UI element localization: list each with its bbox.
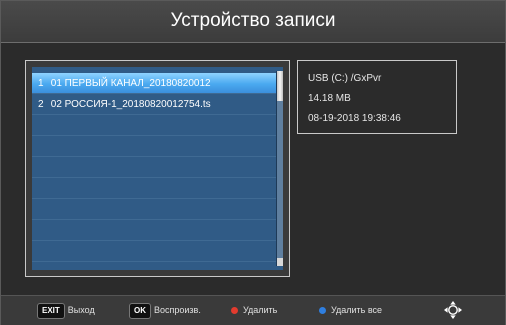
page-title: Устройство записи xyxy=(1,1,505,43)
list-item-empty xyxy=(32,178,277,199)
recorder-screen: Устройство записи 1 01 ПЕРВЫЙ КАНАЛ_2018… xyxy=(0,0,506,325)
ok-key-icon: OK xyxy=(129,302,151,319)
red-button-icon xyxy=(231,307,238,315)
recordings-list[interactable]: 1 01 ПЕРВЫЙ КАНАЛ_20180820012 2 02 РОССИ… xyxy=(32,67,283,270)
list-item-empty xyxy=(32,241,277,262)
recording-info-panel: USB (C:) /GxPvr 14.18 MB 08-19-2018 19:3… xyxy=(297,60,457,134)
info-size: 14.18 MB xyxy=(308,93,351,104)
ok-label: Воспроизв. xyxy=(154,305,201,315)
delete-hint[interactable]: Удалить xyxy=(231,302,277,318)
scrollbar-end-cap xyxy=(277,258,283,266)
ok-hint[interactable]: OK Воспроизв. xyxy=(129,302,201,319)
info-datetime: 08-19-2018 19:38:46 xyxy=(308,113,401,124)
list-item-empty xyxy=(32,220,277,241)
delete-label: Удалить xyxy=(243,305,278,315)
blue-button-icon xyxy=(319,307,326,315)
delete-all-hint[interactable]: Удалить все xyxy=(319,302,382,318)
footer-hints: EXIT Выход OK Воспроизв. Удалить Удалить в… xyxy=(1,295,505,325)
list-item-name: 02 РОССИЯ-1_20180820012754.ts xyxy=(50,99,211,110)
list-item-empty xyxy=(32,199,277,220)
exit-hint[interactable]: EXIT Выход xyxy=(37,302,95,319)
recordings-list-frame: 1 01 ПЕРВЫЙ КАНАЛ_20180820012 2 02 РОССИ… xyxy=(25,60,290,277)
list-item-number: 2 xyxy=(38,99,44,110)
list-item-empty xyxy=(32,157,277,178)
list-item-name: 01 ПЕРВЫЙ КАНАЛ_20180820012 xyxy=(50,78,211,89)
list-item-selected[interactable]: 1 01 ПЕРВЫЙ КАНАЛ_20180820012 xyxy=(32,73,277,94)
navigation-arrows-icon xyxy=(444,301,462,319)
list-scrollbar[interactable] xyxy=(276,71,283,266)
list-item-empty xyxy=(32,115,277,136)
exit-label: Выход xyxy=(67,305,95,315)
list-item-empty xyxy=(32,136,277,157)
delete-all-label: Удалить все xyxy=(331,305,383,315)
list-item[interactable]: 2 02 РОССИЯ-1_20180820012754.ts xyxy=(32,94,277,115)
info-path: USB (C:) /GxPvr xyxy=(308,73,382,84)
list-item-number: 1 xyxy=(38,78,44,89)
scrollbar-thumb[interactable] xyxy=(277,71,283,101)
exit-key-icon: EXIT xyxy=(37,302,65,319)
